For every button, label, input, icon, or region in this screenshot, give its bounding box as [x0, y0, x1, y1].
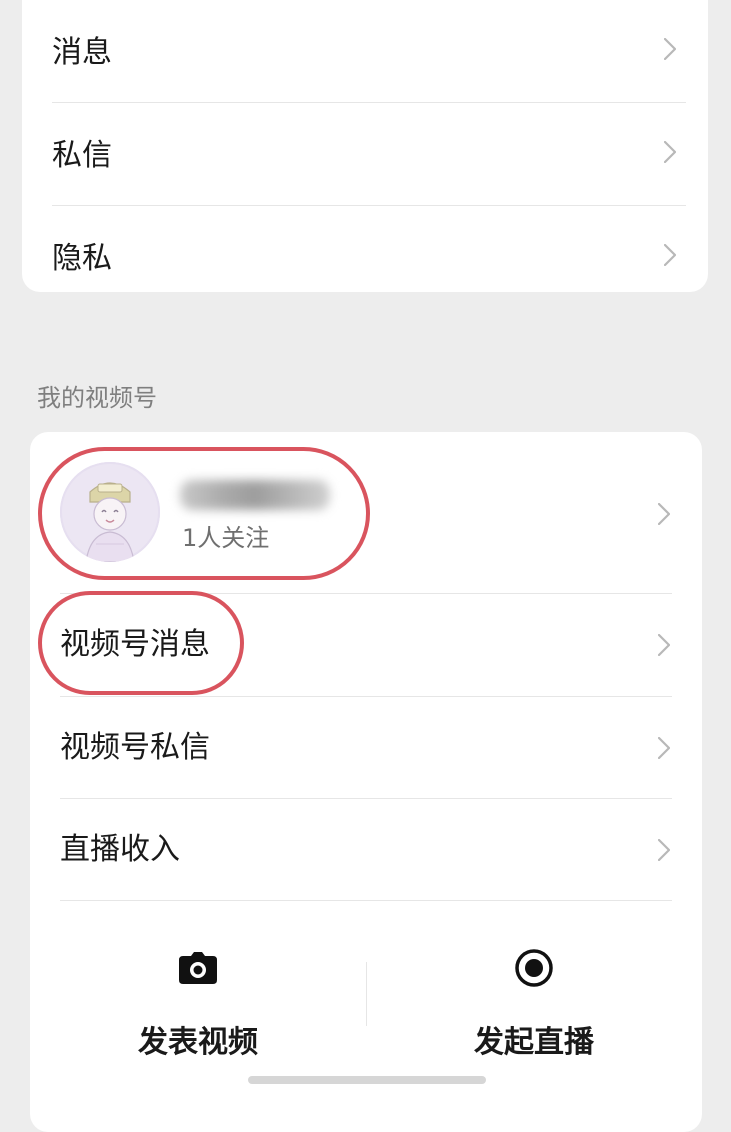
live-income-item[interactable]: 直播收入 [30, 799, 702, 901]
menu-item-privacy[interactable]: 隐私 [22, 206, 708, 292]
menu-item-label: 视频号私信 [60, 730, 210, 765]
menu-item-messages[interactable]: 消息 [22, 0, 708, 102]
menu-item-label: 消息 [52, 35, 112, 70]
home-indicator [248, 1076, 486, 1084]
chevron-right-icon [664, 244, 676, 266]
post-video-label: 发表视频 [138, 1025, 258, 1060]
chevron-right-icon [658, 737, 670, 759]
camera-icon [179, 952, 217, 988]
menu-item-label: 私信 [52, 138, 112, 173]
highlight-profile-annotation [38, 447, 370, 580]
start-live-label: 发起直播 [474, 1025, 594, 1060]
start-live-button[interactable]: 发起直播 [366, 948, 702, 1080]
post-video-button[interactable]: 发表视频 [30, 950, 366, 1080]
channel-direct-messages-item[interactable]: 视频号私信 [30, 697, 702, 799]
menu-item-label: 隐私 [52, 241, 112, 276]
chevron-right-icon [664, 38, 676, 60]
menu-item-label: 直播收入 [60, 832, 180, 867]
chevron-right-icon [658, 839, 670, 861]
live-record-icon [514, 948, 554, 992]
chevron-right-icon [658, 503, 670, 525]
menu-item-direct-messages[interactable]: 私信 [22, 103, 708, 205]
chevron-right-icon [658, 634, 670, 656]
highlight-channel-messages-annotation [38, 591, 244, 695]
chevron-right-icon [664, 141, 676, 163]
divider [60, 900, 672, 901]
section-title: 我的视频号 [37, 384, 157, 412]
settings-card: 消息 私信 隐私 [22, 0, 708, 292]
